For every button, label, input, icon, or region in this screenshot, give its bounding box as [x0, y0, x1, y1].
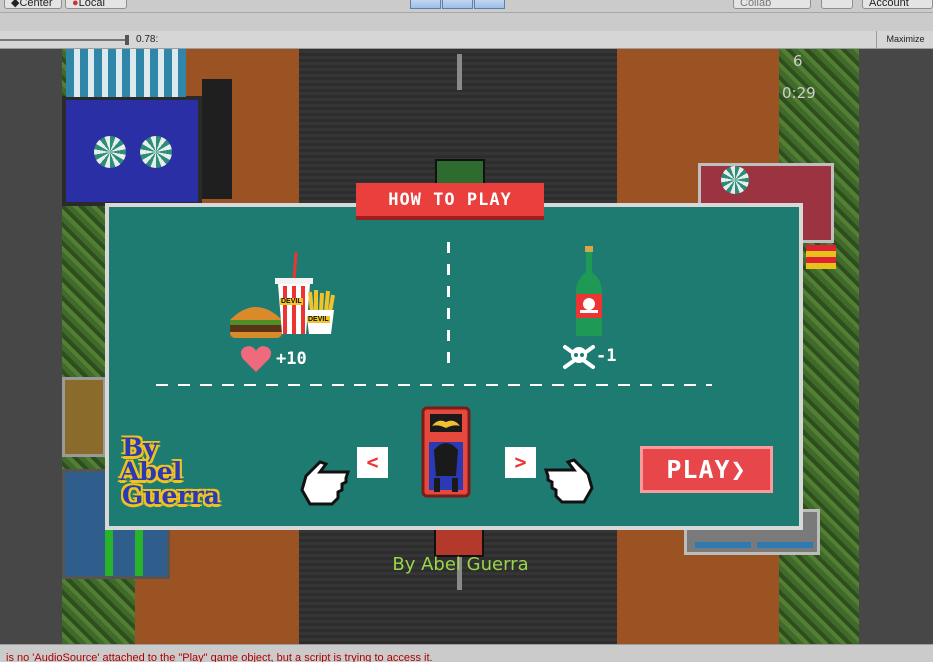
scale-value: 0.78:	[136, 34, 159, 45]
umbrella-icon	[94, 136, 126, 168]
scale-slider-thumb[interactable]	[125, 35, 129, 45]
umbrella-icon	[721, 166, 749, 194]
horizontal-divider	[156, 384, 712, 386]
player-car-icon	[420, 406, 472, 498]
play-button[interactable]: PLAY❯	[640, 446, 773, 493]
skull-crossbones-icon	[562, 344, 596, 375]
left-arrow-button[interactable]: <	[357, 447, 388, 478]
editor-toolbar: ◆Center ●Local Collab Account	[0, 0, 933, 13]
fries-icon: DEVIL	[304, 290, 336, 336]
hand-pointer-right-icon	[543, 458, 596, 513]
food-points: +10	[276, 349, 307, 369]
scale-slider[interactable]	[0, 39, 128, 41]
collab-label: Collab	[740, 0, 772, 9]
pause-button[interactable]	[442, 0, 473, 9]
poison-bottle-icon	[574, 246, 604, 345]
hud-count: 6	[793, 52, 803, 70]
console-status-bar[interactable]: is no 'AudioSource' attached to the "Pla…	[0, 644, 933, 662]
crate	[62, 377, 106, 457]
lounge-chairs	[66, 49, 186, 97]
game-view-tab-bar	[0, 13, 933, 32]
account-button[interactable]: Account	[862, 0, 933, 9]
play-label: PLAY	[666, 455, 731, 484]
bench	[757, 542, 813, 548]
play-mode-button[interactable]	[410, 0, 441, 9]
lane-marking	[457, 54, 462, 90]
author-logo: By Abel Guerra	[116, 435, 254, 522]
globe-icon: ●	[72, 0, 79, 9]
cloud-button[interactable]	[821, 0, 853, 9]
awning	[806, 245, 836, 269]
collab-button[interactable]: Collab	[733, 0, 811, 9]
bench	[695, 542, 751, 548]
pivot-center-button[interactable]: ◆Center	[4, 0, 62, 9]
soda-brand-label: DEVIL	[280, 298, 303, 305]
umbrella-icon	[140, 136, 172, 168]
chevron-right-icon: ❯	[730, 455, 747, 484]
vertical-divider	[447, 242, 450, 372]
space-local-button[interactable]: ●Local	[65, 0, 127, 9]
heart-icon	[240, 345, 272, 378]
fries-brand-label: DEVIL	[307, 316, 330, 323]
hand-pointer-left-icon	[298, 460, 351, 515]
how-to-play-title: HOW TO PLAY	[356, 183, 544, 220]
game-view-controls: 0.78: Maximize	[0, 31, 933, 49]
poison-points: -1	[596, 346, 617, 366]
pivot-label: Center	[19, 0, 53, 9]
maximize-on-play-toggle[interactable]: Maximize	[876, 31, 933, 48]
space-label: Local	[78, 0, 105, 9]
step-button[interactable]	[474, 0, 505, 9]
hud-timer: 0:29	[782, 84, 816, 102]
game-credit: By Abel Guerra	[392, 554, 529, 575]
account-label: Account	[869, 0, 909, 9]
pool-deck	[62, 96, 202, 206]
building-shadow	[202, 79, 232, 199]
author-logo-line-3: Guerra	[122, 481, 220, 510]
car-bottom	[434, 527, 484, 557]
right-arrow-button[interactable]: >	[505, 447, 536, 478]
